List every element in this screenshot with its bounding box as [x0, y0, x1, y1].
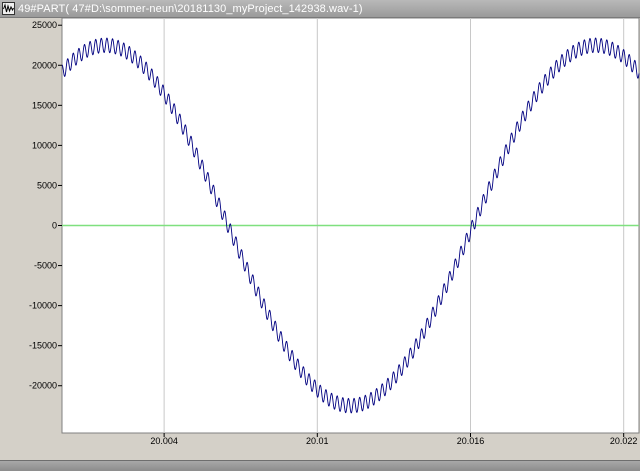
y-tick-label: 25000 — [32, 20, 57, 30]
x-tick-label: 20.022 — [610, 436, 638, 446]
waveform-chart[interactable]: 25000 20000 15000 10000 5000 0 -5000 -10000 -150… — [0, 18, 640, 460]
x-tick-label: 20.004 — [150, 436, 178, 446]
x-tick-label: 20.01 — [306, 436, 329, 446]
x-axis-ticks: 20.004 20.01 20.016 20.022 — [150, 433, 637, 446]
y-axis-ticks: 25000 20000 15000 10000 5000 0 -5000 -10000 -150… — [29, 20, 62, 391]
y-tick-label: -5000 — [34, 261, 57, 271]
window-title-bar[interactable]: 49#PART( 47#D:\sommer-neun\20181130_myPr… — [0, 0, 640, 18]
y-tick-label: 15000 — [32, 100, 57, 110]
waveform-app-icon — [2, 2, 15, 15]
y-tick-label: 5000 — [37, 180, 57, 190]
y-tick-label: 10000 — [32, 140, 57, 150]
y-tick-label: -15000 — [29, 341, 57, 351]
y-tick-label: -10000 — [29, 301, 57, 311]
y-tick-label: -20000 — [29, 381, 57, 391]
window-title: 49#PART( 47#D:\sommer-neun\20181130_myPr… — [18, 2, 363, 15]
y-tick-label: 0 — [52, 221, 57, 231]
horizontal-scrollbar[interactable] — [0, 460, 640, 471]
x-tick-label: 20.016 — [457, 436, 485, 446]
y-tick-label: 20000 — [32, 60, 57, 70]
